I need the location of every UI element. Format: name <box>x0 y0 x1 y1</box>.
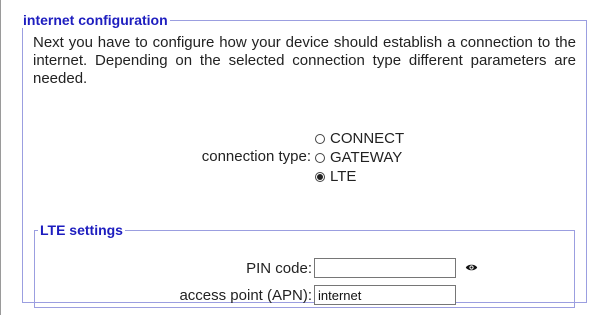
pin-code-label: PIN code: <box>246 260 312 277</box>
lte-settings-fieldset: LTE settings PIN code: access point (APN… <box>34 222 575 308</box>
radio-connect[interactable] <box>315 133 325 144</box>
connection-type-label: connection type: <box>201 148 311 165</box>
apn-label: access point (APN): <box>179 287 312 304</box>
lte-settings-legend: LTE settings <box>40 222 123 238</box>
radio-lte-label[interactable]: LTE <box>330 168 356 185</box>
radio-connect-label[interactable]: CONNECT <box>330 130 404 147</box>
pin-code-row: PIN code: <box>35 258 574 280</box>
internet-configuration-fieldset: internet configuration Next you have to … <box>22 12 587 308</box>
radio-lte[interactable] <box>315 171 325 182</box>
apn-row: access point (APN): <box>35 285 574 307</box>
radio-gateway-label[interactable]: GATEWAY <box>330 149 402 166</box>
internet-configuration-legend: internet configuration <box>23 12 168 28</box>
apn-input[interactable] <box>314 285 456 305</box>
radio-gateway[interactable] <box>315 152 325 163</box>
connection-type-option-gateway[interactable]: GATEWAY <box>315 148 404 167</box>
connection-type-option-lte[interactable]: LTE <box>315 167 404 186</box>
left-border-line <box>0 0 1 315</box>
connection-type-option-connect[interactable]: CONNECT <box>315 129 404 148</box>
intro-text: Next you have to configure how your devi… <box>33 34 576 87</box>
connection-type-radio-group: CONNECT GATEWAY LTE <box>315 129 404 186</box>
eye-icon[interactable] <box>465 261 478 274</box>
pin-code-input[interactable] <box>314 258 456 278</box>
